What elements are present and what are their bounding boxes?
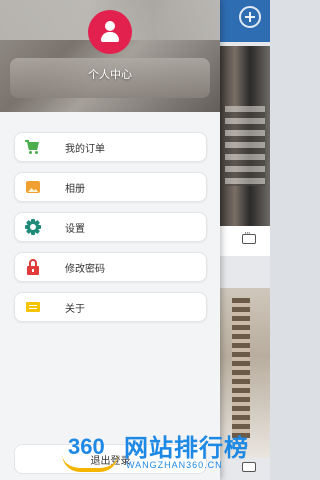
gear-icon (25, 219, 41, 235)
background-photo (220, 46, 270, 226)
menu-item-label: 相册 (65, 183, 85, 195)
menu-item-orders[interactable]: 我的订单 (14, 132, 207, 162)
menu-item-settings[interactable]: 设置 (14, 212, 207, 242)
album-icon (25, 179, 41, 195)
cart-icon (25, 139, 41, 155)
profile-label[interactable]: 个人中心 (0, 66, 220, 82)
background-photo (220, 288, 270, 458)
avatar[interactable] (88, 10, 132, 54)
drawer-header: 个人中心 (0, 0, 220, 112)
menu-item-about[interactable]: 关于 (14, 292, 207, 322)
menu-item-label: 关于 (65, 303, 85, 315)
menu-item-change-password[interactable]: 修改密码 (14, 252, 207, 282)
note-icon (25, 299, 41, 315)
more-icon[interactable] (242, 462, 256, 472)
lock-icon (25, 259, 41, 275)
menu-item-label: 设置 (65, 223, 85, 235)
menu-item-label: 修改密码 (65, 263, 105, 275)
add-icon[interactable] (239, 6, 261, 28)
background-topbar (220, 0, 270, 42)
menu-item-label: 我的订单 (65, 143, 105, 155)
drawer-menu: 我的订单 相册 设置 修改密码 关于 (14, 132, 207, 332)
user-icon (99, 21, 121, 43)
more-icon[interactable] (242, 229, 256, 244)
logout-button[interactable]: 退出登录 (14, 444, 207, 474)
side-drawer: 个人中心 我的订单 相册 设置 修改密码 关于 退出登录 (0, 0, 220, 480)
menu-item-album[interactable]: 相册 (14, 172, 207, 202)
logout-label: 退出登录 (90, 455, 131, 467)
